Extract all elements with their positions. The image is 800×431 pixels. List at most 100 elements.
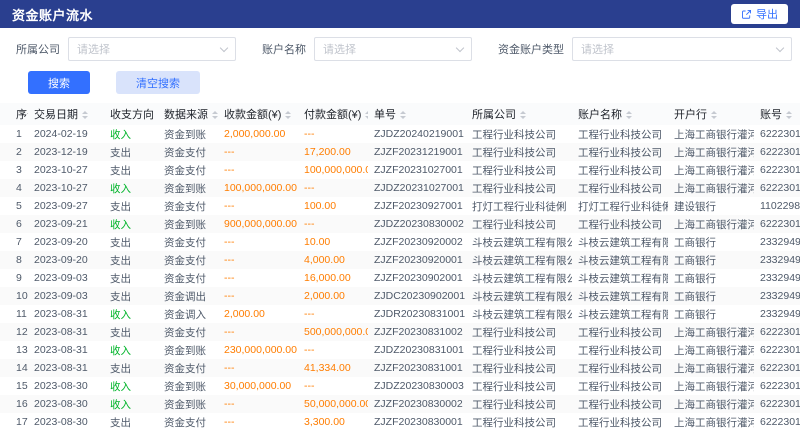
cell-bank: 建设银行 <box>668 197 754 215</box>
cell-account: 工程行业科技公司 <box>572 341 668 359</box>
cell-company: 斗枝云建筑工程有限公司 <box>466 269 572 287</box>
cell-no: 17 <box>0 413 28 431</box>
cell-source: 资金到账 <box>158 395 218 413</box>
company-select[interactable]: 请选择 <box>68 37 236 61</box>
cell-direction: 支出 <box>104 233 158 251</box>
cell-date: 2023-09-20 <box>28 233 104 251</box>
sort-icon[interactable] <box>400 111 406 119</box>
cell-number: 622230111 <box>754 323 800 341</box>
cell-no: 3 <box>0 161 28 179</box>
cell-pay: 3,300.00 <box>298 413 368 431</box>
chevron-down-icon <box>456 43 464 51</box>
cell-account: 工程行业科技公司 <box>572 161 668 179</box>
cell-order: ZJDC20230902001 <box>368 287 466 305</box>
cell-bank: 工商银行 <box>668 305 754 323</box>
table-row: 22023-12-19支出资金支付---17,200.00ZJZF2023121… <box>0 143 800 161</box>
sort-icon[interactable] <box>285 111 291 119</box>
sort-icon[interactable] <box>365 111 368 119</box>
cell-account: 斗枝云建筑工程有限公司 <box>572 233 668 251</box>
cell-no: 6 <box>0 215 28 233</box>
cell-no: 2 <box>0 143 28 161</box>
cell-number: 110229823 <box>754 197 800 215</box>
filter-label-account-type: 资金账户类型 <box>498 41 564 57</box>
cell-pay: --- <box>298 377 368 395</box>
cell-account: 工程行业科技公司 <box>572 125 668 143</box>
cell-no: 7 <box>0 233 28 251</box>
account-type-select[interactable]: 请选择 <box>572 37 792 61</box>
sort-icon[interactable] <box>212 111 218 119</box>
export-icon <box>741 9 752 20</box>
table-row: 122023-08-31支出资金支付---500,000,000.00ZJZF2… <box>0 323 800 341</box>
cell-company: 斗枝云建筑工程有限公司 <box>466 287 572 305</box>
column-header[interactable]: 账户名称 <box>572 103 668 125</box>
column-header[interactable]: 交易日期 <box>28 103 104 125</box>
column-header[interactable]: 开户行 <box>668 103 754 125</box>
cell-no: 13 <box>0 341 28 359</box>
cell-no: 8 <box>0 251 28 269</box>
sort-icon[interactable] <box>626 111 632 119</box>
column-header-label: 单号 <box>374 109 396 121</box>
search-button[interactable]: 搜索 <box>28 71 90 94</box>
cell-order: ZJDZ20231027001 <box>368 179 466 197</box>
cell-pay: 50,000,000.00 <box>298 395 368 413</box>
cell-receive: 30,000,000.00 <box>218 377 298 395</box>
cell-number: 622230111 <box>754 359 800 377</box>
filter-bar: 所属公司 请选择 账户名称 请选择 资金账户类型 请选择 展开筛选 <box>0 28 800 61</box>
column-header[interactable]: 收支方向 <box>104 103 158 125</box>
table-row: 162023-08-30收入资金到账---50,000,000.00ZJZF20… <box>0 395 800 413</box>
cell-source: 资金支付 <box>158 143 218 161</box>
filter-group-company: 所属公司 请选择 <box>16 37 236 61</box>
cell-company: 工程行业科技公司 <box>466 377 572 395</box>
cell-receive: 2,000,000.00 <box>218 125 298 143</box>
cell-date: 2024-02-19 <box>28 125 104 143</box>
cell-direction: 收入 <box>104 395 158 413</box>
cell-date: 2023-08-30 <box>28 395 104 413</box>
cell-order: ZJZF20231027001 <box>368 161 466 179</box>
column-header[interactable]: 账号 <box>754 103 800 125</box>
cell-number: 622230111 <box>754 395 800 413</box>
cell-receive: --- <box>218 233 298 251</box>
export-button[interactable]: 导出 <box>731 4 788 24</box>
cell-direction: 支出 <box>104 359 158 377</box>
cell-order: ZJDZ20230830002 <box>368 215 466 233</box>
cell-number: 622230111 <box>754 143 800 161</box>
column-header-label: 交易日期 <box>34 109 78 121</box>
sort-icon[interactable] <box>711 111 717 119</box>
cell-account: 工程行业科技公司 <box>572 395 668 413</box>
cell-direction: 支出 <box>104 323 158 341</box>
cell-receive: 230,000,000.00 <box>218 341 298 359</box>
cell-company: 工程行业科技公司 <box>466 215 572 233</box>
cell-direction: 支出 <box>104 287 158 305</box>
cell-date: 2023-08-31 <box>28 305 104 323</box>
account-name-select[interactable]: 请选择 <box>314 37 472 61</box>
cell-bank: 上海工商银行灌河还支行 <box>668 161 754 179</box>
column-header[interactable]: 单号 <box>368 103 466 125</box>
cell-source: 资金调入 <box>158 305 218 323</box>
filter-label-company: 所属公司 <box>16 41 60 57</box>
cell-bank: 上海工商银行灌河还支行 <box>668 323 754 341</box>
cell-no: 4 <box>0 179 28 197</box>
chevron-down-icon <box>220 43 228 51</box>
cell-source: 资金支付 <box>158 161 218 179</box>
sort-icon[interactable] <box>520 111 526 119</box>
cell-direction: 支出 <box>104 143 158 161</box>
cell-pay: 100.00 <box>298 197 368 215</box>
cell-direction: 收入 <box>104 125 158 143</box>
cell-pay: --- <box>298 125 368 143</box>
column-header[interactable]: 所属公司 <box>466 103 572 125</box>
cell-account: 打灯工程行业科徒俐 <box>572 197 668 215</box>
column-header[interactable]: 付款金额(¥) <box>298 103 368 125</box>
sort-icon[interactable] <box>786 111 792 119</box>
cell-direction: 收入 <box>104 377 158 395</box>
clear-search-button[interactable]: 清空搜索 <box>116 71 200 94</box>
cell-account: 工程行业科技公司 <box>572 215 668 233</box>
sort-icon[interactable] <box>82 111 88 119</box>
cell-no: 5 <box>0 197 28 215</box>
cell-pay: 100,000,000.00 <box>298 161 368 179</box>
cell-account: 斗枝云建筑工程有限公司 <box>572 305 668 323</box>
cell-bank: 工商银行 <box>668 251 754 269</box>
cell-number: 622230111 <box>754 125 800 143</box>
cell-date: 2023-12-19 <box>28 143 104 161</box>
column-header[interactable]: 数据来源 <box>158 103 218 125</box>
column-header[interactable]: 收款金额(¥) <box>218 103 298 125</box>
